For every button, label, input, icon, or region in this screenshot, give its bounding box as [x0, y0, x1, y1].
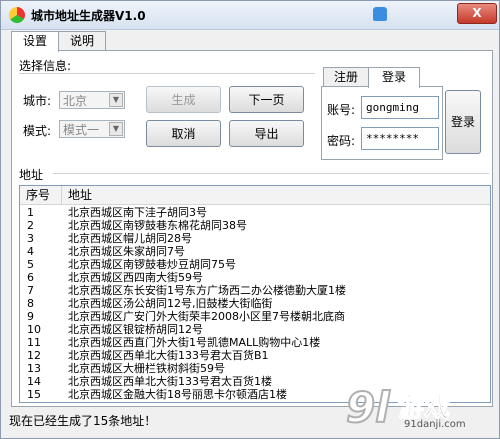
table-row[interactable]: 1 北京西城区南下洼子胡同3号 — [20, 206, 490, 219]
row-address: 北京西城区南锣鼓巷东棉花胡同38号 — [68, 219, 247, 232]
mode-select[interactable]: 模式一 ▼ — [59, 120, 125, 138]
password-field[interactable]: ******** — [361, 127, 439, 150]
table-row[interactable]: 8 北京西城区汤公胡同12号,旧鼓楼大街临街 — [20, 297, 490, 310]
address-section-label: 地址 — [19, 168, 44, 182]
watermark-mark: 9l — [345, 383, 391, 432]
next-page-button[interactable]: 下一页 — [229, 86, 304, 113]
table-row[interactable]: 2 北京西城区南锣鼓巷东棉花胡同38号 — [20, 219, 490, 232]
close-button[interactable]: X — [457, 3, 497, 24]
city-select[interactable]: 北京 ▼ — [59, 91, 125, 109]
tab-settings[interactable]: 设置 — [11, 31, 59, 52]
row-address: 北京西城区金融大街18号丽思卡尔顿酒店1楼 — [68, 388, 287, 401]
cancel-button[interactable]: 取消 — [146, 120, 221, 147]
password-label: 密码: — [327, 134, 356, 148]
row-address: 北京西城区西单北大街133号君太百货1楼 — [68, 375, 272, 388]
row-address: 北京西城区南下洼子胡同3号 — [68, 206, 207, 219]
table-row[interactable]: 11 北京西城区西直门外大街1号凯德MALL购物中心1楼 — [20, 336, 490, 349]
app-logo-icon — [9, 7, 25, 23]
status-bar: 现在已经生成了15条地址！ — [9, 414, 157, 428]
row-address: 北京西城区朱家胡同7号 — [68, 245, 185, 258]
row-number: 11 — [27, 336, 41, 349]
table-row[interactable]: 4 北京西城区朱家胡同7号 — [20, 245, 490, 258]
tab-register[interactable]: 注册 — [323, 67, 369, 87]
table-row[interactable]: 5 北京西城区南锣鼓巷炒豆胡同75号 — [20, 258, 490, 271]
app-window: 城市地址生成器V1.0 X 设置 说明 选择信息: 城市: 北京 ▼ 模式: 模… — [0, 0, 500, 439]
row-number: 3 — [27, 232, 34, 245]
row-address: 北京西城区银锭桥胡同12号 — [68, 323, 203, 336]
list-header: 序号 地址 — [20, 186, 490, 205]
row-number: 13 — [27, 362, 41, 375]
row-address: 北京西城区南锣鼓巷炒豆胡同75号 — [68, 258, 236, 271]
row-address: 北京西城区东长安街1号东方广场西二办公楼德勤大厦1楼 — [68, 284, 346, 297]
window-title: 城市地址生成器V1.0 — [31, 9, 146, 23]
address-list[interactable]: 序号 地址 1 北京西城区南下洼子胡同3号 2 北京西城区南锣鼓巷东棉花胡同38号 3 北… — [19, 185, 491, 403]
table-row[interactable]: 13 北京西城区大栅栏铁树斜街59号 — [20, 362, 490, 375]
username-field[interactable]: gongming — [361, 96, 439, 119]
row-number: 2 — [27, 219, 34, 232]
username-label: 账号: — [327, 103, 356, 117]
export-button[interactable]: 导出 — [229, 120, 304, 147]
row-address: 北京西城区帽儿胡同28号 — [68, 232, 192, 245]
row-number: 15 — [27, 388, 41, 401]
table-row[interactable]: 3 北京西城区帽儿胡同28号 — [20, 232, 490, 245]
table-row[interactable]: 7 北京西城区东长安街1号东方广场西二办公楼德勤大厦1楼 — [20, 284, 490, 297]
row-number: 5 — [27, 258, 34, 271]
watermark-logo: 9l 游戏 91danji.com — [345, 383, 496, 437]
login-button[interactable]: 登录 — [445, 90, 481, 154]
row-number: 9 — [27, 310, 34, 323]
row-number: 14 — [27, 375, 41, 388]
title-bar[interactable]: 城市地址生成器V1.0 X — [1, 1, 499, 30]
row-address: 北京西城区西四南大街59号 — [68, 271, 203, 284]
tab-login[interactable]: 登录 — [368, 67, 420, 88]
table-row[interactable]: 9 北京西城区广安门外大街荣丰2008小区里7号楼朝北底商 — [20, 310, 490, 323]
city-select-value: 北京 — [63, 94, 88, 108]
row-address: 北京西城区汤公胡同12号,旧鼓楼大街临街 — [68, 297, 273, 310]
table-row[interactable]: 6 北京西城区西四南大街59号 — [20, 271, 490, 284]
address-section-divider — [53, 173, 489, 174]
mode-select-value: 模式一 — [63, 123, 100, 137]
mode-label: 模式: — [23, 124, 52, 138]
row-address: 北京西城区广安门外大街荣丰2008小区里7号楼朝北底商 — [68, 310, 345, 323]
row-address: 北京西城区大栅栏铁树斜街59号 — [68, 362, 225, 375]
chevron-down-icon[interactable]: ▼ — [109, 122, 123, 136]
row-address: 北京西城区西单北大街133号君太百货B1 — [68, 349, 269, 362]
column-header-address[interactable]: 地址 — [62, 186, 490, 204]
row-number: 8 — [27, 297, 34, 310]
row-number: 1 — [27, 206, 34, 219]
chevron-down-icon[interactable]: ▼ — [109, 93, 123, 107]
generate-button[interactable]: 生成 — [146, 86, 221, 113]
city-label: 城市: — [23, 94, 52, 108]
select-info-label: 选择信息: — [19, 59, 72, 73]
row-number: 10 — [27, 323, 41, 336]
row-address: 北京西城区西直门外大街1号凯德MALL购物中心1楼 — [68, 336, 321, 349]
row-number: 7 — [27, 284, 34, 297]
column-header-number[interactable]: 序号 — [20, 186, 62, 204]
table-row[interactable]: 10 北京西城区银锭桥胡同12号 — [20, 323, 490, 336]
table-row[interactable]: 12 北京西城区西单北大街133号君太百货B1 — [20, 349, 490, 362]
row-number: 12 — [27, 349, 41, 362]
skin-icon[interactable] — [373, 7, 387, 21]
watermark-url: 91danji.com — [404, 419, 466, 430]
tab-instructions[interactable]: 说明 — [58, 31, 106, 51]
row-number: 6 — [27, 271, 34, 284]
row-number: 4 — [27, 245, 34, 258]
